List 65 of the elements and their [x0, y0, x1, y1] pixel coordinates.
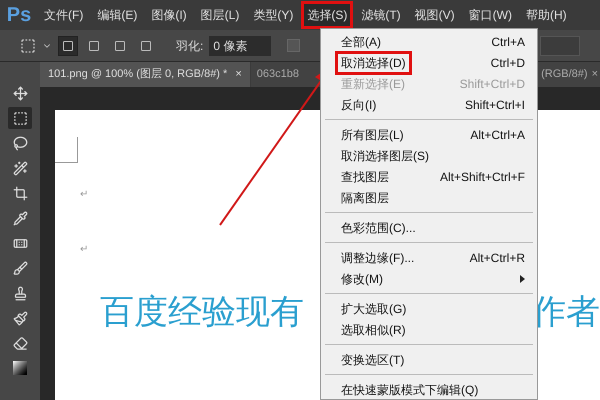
menu-item[interactable]: 色彩范围(C)...: [325, 217, 533, 238]
menu-item[interactable]: 变换选区(T): [325, 349, 533, 370]
square-icon: [140, 40, 152, 52]
document-text: 百度经验现有: [100, 291, 304, 334]
shortcut-text: Alt+Shift+Ctrl+F: [440, 168, 525, 186]
shortcut-text: Alt+Ctrl+R: [470, 250, 525, 266]
shortcut-text: Ctrl+D: [490, 54, 525, 72]
menu-title[interactable]: 图像(I): [145, 1, 193, 29]
brush-icon: [12, 260, 28, 276]
menu-item[interactable]: 扩大选取(G): [325, 298, 533, 319]
move-icon: [12, 86, 28, 100]
feather-field[interactable]: 0 像素: [209, 36, 272, 56]
crop-mark-icon: [55, 137, 78, 163]
crop-icon: [12, 186, 28, 200]
checkbox[interactable]: [287, 39, 300, 52]
eraser-icon: [12, 336, 28, 350]
app-logo: Ps: [6, 3, 32, 28]
paintbrush-icon: [12, 310, 28, 326]
shortcut-text: Ctrl+A: [491, 34, 525, 50]
paragraph-mark: ↵: [80, 190, 88, 200]
marquee-icon[interactable]: [20, 38, 36, 54]
menu-item[interactable]: 在快速蒙版模式下编辑(Q): [325, 379, 533, 400]
menu-item[interactable]: 选取相似(R): [325, 319, 533, 340]
tab-title: 101.png @ 100% (图层 0, RGB/8#) *: [48, 67, 228, 82]
menu-item[interactable]: 全部(A) Ctrl+A: [325, 31, 533, 52]
document-tab[interactable]: 101.png @ 100% (图层 0, RGB/8#) * ×: [40, 62, 250, 87]
square-icon: [62, 40, 74, 52]
selection-mode-button[interactable]: [58, 36, 78, 56]
square-icon: [88, 40, 100, 52]
close-icon[interactable]: ×: [592, 66, 598, 83]
tab-title: (RGB/8#): [541, 67, 588, 82]
stamp-icon: [12, 286, 28, 300]
menu-title[interactable]: 帮助(H): [520, 1, 573, 29]
wand-icon: [12, 160, 28, 176]
menu-title[interactable]: 文件(F): [38, 1, 90, 29]
submenu-arrow-icon: [520, 274, 525, 282]
menu-item[interactable]: 修改(M): [325, 268, 533, 289]
menu-title[interactable]: 滤镜(T): [355, 1, 407, 29]
feather-label: 羽化:: [176, 38, 204, 54]
menu-item[interactable]: 查找图层 Alt+Shift+Ctrl+F: [325, 166, 533, 187]
square-icon: [114, 40, 126, 52]
gradient-icon: [13, 361, 27, 375]
tab-title: 063c1b8: [256, 67, 299, 82]
input-field[interactable]: [540, 36, 580, 56]
menu-item[interactable]: 取消选择图层(S): [325, 145, 533, 166]
menu-title[interactable]: 类型(Y): [247, 1, 300, 29]
menu-title[interactable]: 编辑(E): [91, 1, 144, 29]
menu-title[interactable]: 视图(V): [408, 1, 461, 29]
marquee-icon: [12, 110, 28, 126]
shortcut-text: Alt+Ctrl+A: [470, 126, 525, 144]
menu-item[interactable]: 反向(I) Shift+Ctrl+I: [325, 94, 533, 115]
eyedropper-icon: [12, 210, 28, 226]
paragraph-mark: ↵: [80, 245, 88, 255]
menu-item[interactable]: 隔离图层: [325, 187, 533, 208]
tool-button[interactable]: [8, 107, 32, 129]
shortcut-text: Shift+Ctrl+D: [460, 76, 525, 92]
menu-item[interactable]: 取消选择(D) Ctrl+D: [325, 52, 533, 73]
shortcut-text: Shift+Ctrl+I: [464, 96, 525, 114]
close-icon[interactable]: ×: [235, 66, 242, 83]
menu-title[interactable]: 选择(S): [301, 1, 354, 29]
menu-item[interactable]: 所有图层(L) Alt+Ctrl+A: [325, 124, 533, 145]
lasso-icon: [12, 136, 28, 150]
menu-title[interactable]: 图层(L): [194, 1, 246, 29]
menu-title[interactable]: 窗口(W): [462, 1, 518, 29]
menu-item[interactable]: 调整边缘(F)... Alt+Ctrl+R: [325, 247, 533, 268]
